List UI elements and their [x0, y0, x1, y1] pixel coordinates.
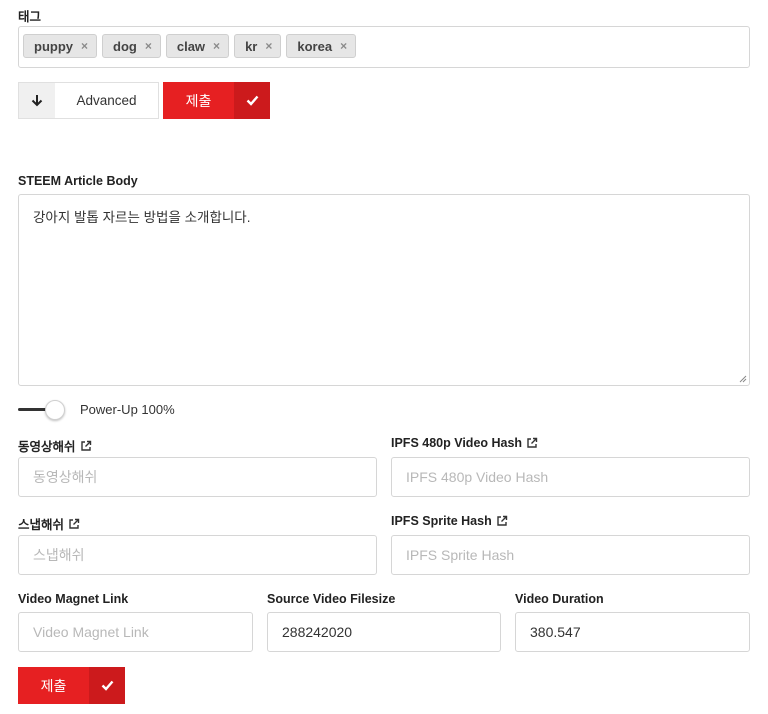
ipfs-sprite-label: IPFS Sprite Hash [391, 514, 508, 528]
tag-chip: korea × [286, 34, 357, 58]
article-body-text: 강아지 발톱 자르는 방법을 소개합니다. [33, 210, 251, 225]
remove-tag-icon[interactable]: × [265, 39, 272, 53]
external-link-icon[interactable] [68, 518, 80, 530]
remove-tag-icon[interactable]: × [81, 39, 88, 53]
submit-button-bottom[interactable]: 제출 [18, 667, 125, 704]
ipfs-480p-label: IPFS 480p Video Hash [391, 436, 538, 450]
submit-label: 제출 [185, 92, 212, 109]
advanced-label: Advanced [76, 93, 137, 108]
snap-hash-label: 스냅해쉬 [18, 514, 80, 533]
resize-handle-icon[interactable] [739, 375, 747, 383]
tag-label: kr [245, 38, 258, 54]
external-link-icon[interactable] [80, 440, 92, 452]
tag-chip: dog × [102, 34, 161, 58]
tag-chip: kr × [234, 34, 282, 58]
duration-input[interactable]: 380.547 [515, 612, 750, 652]
tag-label: claw [176, 38, 206, 54]
snap-hash-input[interactable] [18, 535, 377, 575]
video-hash-label: 동영상해쉬 [18, 436, 92, 455]
remove-tag-icon[interactable]: × [145, 39, 152, 53]
external-link-icon[interactable] [496, 515, 508, 527]
article-body-textarea[interactable]: 강아지 발톱 자르는 방법을 소개합니다. [18, 194, 750, 386]
remove-tag-icon[interactable]: × [213, 39, 220, 53]
toggle-knob [45, 400, 65, 420]
remove-tag-icon[interactable]: × [340, 39, 347, 53]
filesize-input[interactable]: 288242020 [267, 612, 501, 652]
power-up-toggle[interactable] [18, 400, 66, 420]
tags-label: 태그 [18, 10, 42, 24]
filesize-label: Source Video Filesize [267, 592, 396, 606]
external-link-icon[interactable] [526, 437, 538, 449]
tag-label: dog [113, 38, 137, 54]
video-hash-input[interactable] [18, 457, 377, 497]
ipfs-sprite-input[interactable] [391, 535, 750, 575]
tag-label: korea [297, 38, 333, 54]
tags-input[interactable]: puppy × dog × claw × kr × korea × [18, 26, 750, 68]
power-up-label: Power-Up 100% [80, 402, 175, 417]
article-body-label: STEEM Article Body [18, 174, 138, 188]
ipfs-480p-input[interactable] [391, 457, 750, 497]
check-icon [89, 667, 125, 704]
magnet-link-label: Video Magnet Link [18, 592, 129, 606]
submit-label: 제출 [40, 677, 67, 694]
advanced-button[interactable]: Advanced [18, 82, 159, 119]
magnet-link-input[interactable] [18, 612, 253, 652]
tag-chip: claw × [165, 34, 230, 58]
tag-label: puppy [34, 38, 73, 54]
duration-label: Video Duration [515, 592, 604, 606]
arrow-down-icon [19, 83, 55, 118]
check-icon [234, 82, 270, 119]
tag-chip: puppy × [23, 34, 98, 58]
submit-button[interactable]: 제출 [163, 82, 270, 119]
